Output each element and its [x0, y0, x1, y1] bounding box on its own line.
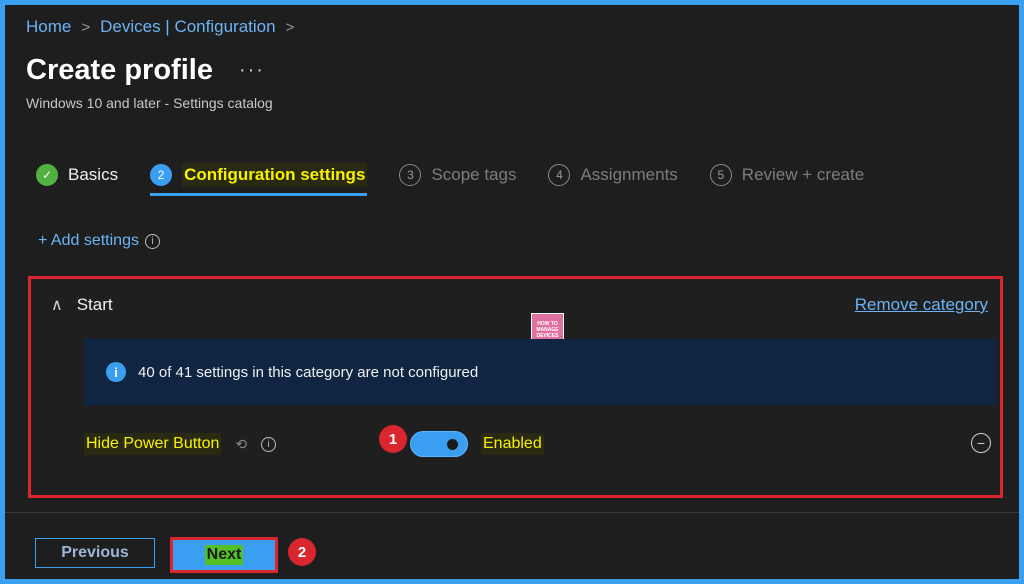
chevron-up-icon[interactable]: ∧ [51, 295, 63, 315]
enabled-toggle[interactable] [410, 431, 468, 457]
tab-label: Review + create [741, 165, 865, 184]
footer-divider [5, 512, 1019, 513]
tab-label: Basics [68, 165, 119, 184]
toggle-label: Enabled [481, 433, 544, 455]
add-settings-label: + Add settings [38, 232, 139, 249]
previous-button[interactable]: Previous [35, 538, 155, 568]
chevron-right-icon: > [285, 18, 295, 36]
tab-label: Configuration settings [182, 163, 368, 187]
wizard-steps: ✓ Basics 2 Configuration settings 3 Scop… [36, 160, 896, 196]
page-title-row: Create profile ··· [26, 54, 265, 87]
next-button-highlight: Next [170, 537, 278, 573]
annotation-marker-1: 1 [379, 425, 407, 453]
setting-name: Hide Power Button [84, 433, 222, 455]
tab-review-create[interactable]: 5 Review + create [709, 160, 865, 190]
add-settings-link[interactable]: + Add settings i [38, 232, 160, 250]
tab-assignments[interactable]: 4 Assignments [548, 160, 678, 190]
setting-hide-power-button: Hide Power Button ⟲ i 1 Enabled − [84, 425, 997, 459]
tab-scope-tags[interactable]: 3 Scope tags [399, 160, 516, 190]
tab-basics[interactable]: ✓ Basics [36, 160, 118, 190]
sync-icon: ⟲ [235, 435, 248, 452]
info-icon[interactable]: i [144, 233, 160, 249]
info-icon: i [106, 362, 126, 382]
page-title: Create profile [26, 54, 213, 86]
tab-label: Assignments [580, 165, 678, 184]
checkmark-icon: ✓ [36, 164, 58, 186]
next-button-label: Next [204, 545, 244, 565]
step-number-icon: 5 [709, 164, 732, 186]
toggle-knob [447, 439, 458, 450]
breadcrumb: Home > Devices | Configuration > [26, 17, 294, 37]
annotation-marker-2: 2 [288, 538, 316, 566]
banner-text: 40 of 41 settings in this category are n… [138, 363, 479, 381]
category-name: Start [76, 295, 113, 314]
tab-configuration-settings[interactable]: 2 Configuration settings [150, 160, 368, 196]
tab-label: Scope tags [431, 165, 517, 184]
breadcrumb-home[interactable]: Home [26, 17, 71, 37]
chevron-right-icon: > [81, 18, 91, 36]
info-icon[interactable]: i [261, 436, 277, 452]
step-number-icon: 2 [150, 164, 173, 186]
more-options-icon[interactable]: ··· [239, 59, 265, 82]
step-number-icon: 4 [548, 164, 571, 186]
remove-category-link[interactable]: Remove category [855, 295, 988, 315]
breadcrumb-devices-configuration[interactable]: Devices | Configuration [100, 17, 275, 37]
category-header[interactable]: ∧ Start [51, 295, 113, 315]
next-button[interactable]: Next [173, 540, 275, 570]
page-subtitle: Windows 10 and later - Settings catalog [26, 95, 273, 111]
category-start: ∧ Start Remove category HOW TO MANAGE DE… [28, 276, 1003, 498]
step-number-icon: 3 [399, 164, 422, 186]
remove-setting-icon[interactable]: − [971, 433, 991, 453]
logo-line: DEVICES [536, 332, 559, 339]
info-banner: i 40 of 41 settings in this category are… [84, 339, 997, 405]
